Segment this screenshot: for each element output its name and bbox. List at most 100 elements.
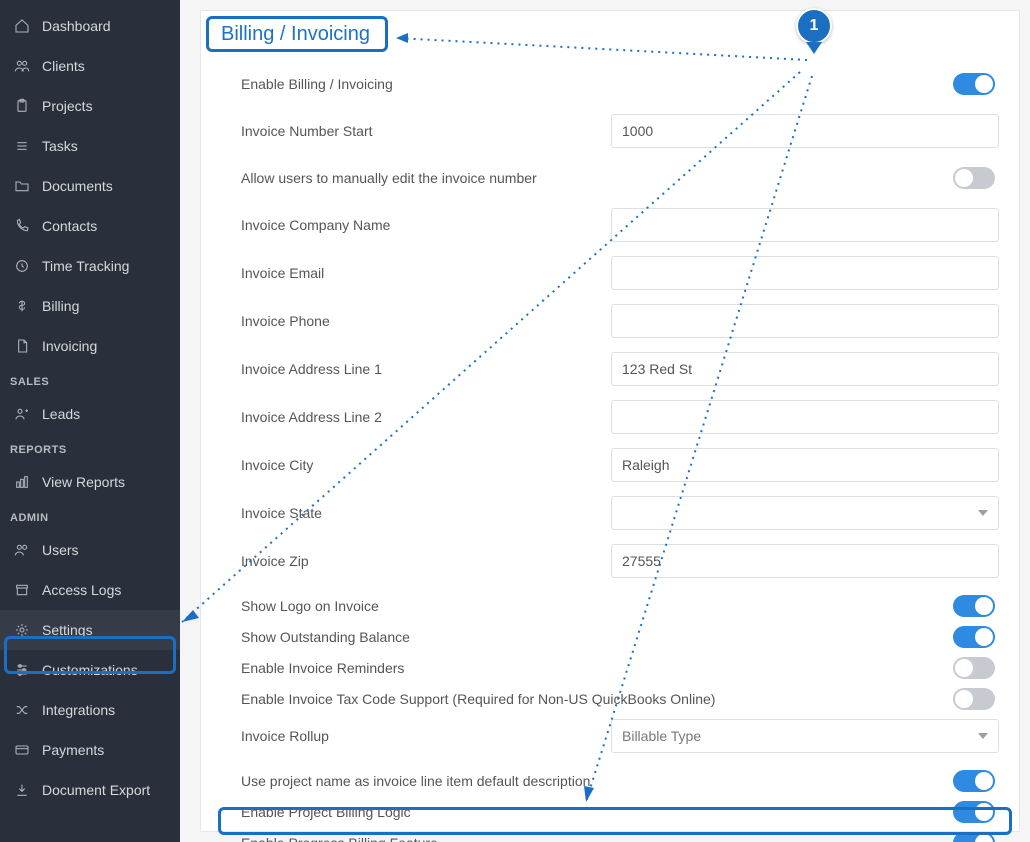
sidebar-item-label: Payments — [42, 742, 104, 758]
sidebar-item-label: Dashboard — [42, 18, 111, 34]
sidebar-item-tasks[interactable]: Tasks — [0, 126, 180, 166]
sidebar-item-label: View Reports — [42, 474, 125, 490]
label-zip: Invoice Zip — [241, 553, 611, 569]
select-state[interactable] — [611, 496, 999, 530]
label-allow-manual-edit: Allow users to manually edit the invoice… — [241, 170, 611, 186]
folder-icon — [14, 178, 30, 194]
row-enable-billing: Enable Billing / Invoicing — [221, 68, 999, 100]
sidebar-item-label: Invoicing — [42, 338, 97, 354]
row-use-project-name: Use project name as invoice line item de… — [221, 767, 999, 795]
sidebar: Dashboard Clients Projects Tasks Documen… — [0, 0, 180, 842]
input-addr2[interactable] — [611, 400, 999, 434]
chevron-down-icon — [978, 510, 988, 516]
sidebar-item-label: Access Logs — [42, 582, 121, 598]
home-icon — [14, 18, 30, 34]
input-zip[interactable] — [611, 544, 999, 578]
row-enable-reminders: Enable Invoice Reminders — [221, 654, 999, 682]
user-plus-icon — [14, 406, 30, 422]
sidebar-item-label: Documents — [42, 178, 113, 194]
input-company-name[interactable] — [611, 208, 999, 242]
sidebar-item-projects[interactable]: Projects — [0, 86, 180, 126]
label-email: Invoice Email — [241, 265, 611, 281]
toggle-allow-manual-edit[interactable] — [953, 167, 995, 189]
label-enable-project-billing: Enable Project Billing Logic — [241, 804, 611, 820]
chevron-down-icon — [978, 733, 988, 739]
row-show-outstanding: Show Outstanding Balance — [221, 623, 999, 651]
sidebar-item-invoicing[interactable]: Invoicing — [0, 326, 180, 366]
sidebar-item-label: Projects — [42, 98, 93, 114]
chart-icon — [14, 474, 30, 490]
sidebar-item-label: Clients — [42, 58, 85, 74]
sidebar-item-integrations[interactable]: Integrations — [0, 690, 180, 730]
users-icon — [14, 542, 30, 558]
input-invoice-number-start[interactable] — [611, 114, 999, 148]
toggle-enable-progress-billing[interactable] — [953, 832, 995, 842]
sidebar-item-document-export[interactable]: Document Export — [0, 770, 180, 810]
sidebar-item-view-reports[interactable]: View Reports — [0, 462, 180, 502]
label-addr2: Invoice Address Line 2 — [241, 409, 611, 425]
label-city: Invoice City — [241, 457, 611, 473]
row-phone: Invoice Phone — [221, 304, 999, 338]
sidebar-item-documents[interactable]: Documents — [0, 166, 180, 206]
sidebar-item-label: Document Export — [42, 782, 150, 798]
label-enable-billing: Enable Billing / Invoicing — [241, 76, 611, 92]
label-enable-tax: Enable Invoice Tax Code Support (Require… — [241, 691, 801, 707]
toggle-enable-billing[interactable] — [953, 73, 995, 95]
row-rollup: Invoice Rollup Billable Type — [221, 719, 999, 753]
row-company-name: Invoice Company Name — [221, 208, 999, 242]
archive-icon — [14, 582, 30, 598]
page-title: Billing / Invoicing — [215, 11, 376, 58]
label-use-project-name: Use project name as invoice line item de… — [241, 773, 741, 789]
sidebar-item-contacts[interactable]: Contacts — [0, 206, 180, 246]
sidebar-item-leads[interactable]: Leads — [0, 394, 180, 434]
toggle-enable-reminders[interactable] — [953, 657, 995, 679]
row-city: Invoice City — [221, 448, 999, 482]
label-state: Invoice State — [241, 505, 611, 521]
toggle-enable-project-billing[interactable] — [953, 801, 995, 823]
sidebar-item-label: Time Tracking — [42, 258, 129, 274]
sidebar-item-customizations[interactable]: Customizations — [0, 650, 180, 690]
label-phone: Invoice Phone — [241, 313, 611, 329]
input-city[interactable] — [611, 448, 999, 482]
select-rollup[interactable]: Billable Type — [611, 719, 999, 753]
sidebar-item-settings[interactable]: Settings — [0, 610, 180, 650]
input-phone[interactable] — [611, 304, 999, 338]
sidebar-item-dashboard[interactable]: Dashboard — [0, 6, 180, 46]
input-email[interactable] — [611, 256, 999, 290]
download-icon — [14, 782, 30, 798]
label-enable-reminders: Enable Invoice Reminders — [241, 660, 611, 676]
label-addr1: Invoice Address Line 1 — [241, 361, 611, 377]
sidebar-item-clients[interactable]: Clients — [0, 46, 180, 86]
input-addr1[interactable] — [611, 352, 999, 386]
sidebar-item-time-tracking[interactable]: Time Tracking — [0, 246, 180, 286]
sidebar-item-label: Billing — [42, 298, 79, 314]
sidebar-item-billing[interactable]: Billing — [0, 286, 180, 326]
row-addr1: Invoice Address Line 1 — [221, 352, 999, 386]
toggle-enable-tax[interactable] — [953, 688, 995, 710]
sidebar-section-admin: ADMIN — [0, 502, 180, 530]
users-icon — [14, 58, 30, 74]
label-invoice-number-start: Invoice Number Start — [241, 123, 611, 139]
label-rollup: Invoice Rollup — [241, 728, 611, 744]
list-icon — [14, 138, 30, 154]
sidebar-item-label: Settings — [42, 622, 93, 638]
row-zip: Invoice Zip — [221, 544, 999, 578]
sidebar-section-reports: REPORTS — [0, 434, 180, 462]
label-company-name: Invoice Company Name — [241, 217, 611, 233]
dollar-icon — [14, 298, 30, 314]
row-show-logo: Show Logo on Invoice — [221, 592, 999, 620]
row-enable-progress-billing: Enable Progress Billing Feature — [221, 829, 999, 842]
shuffle-icon — [14, 702, 30, 718]
sidebar-item-payments[interactable]: Payments — [0, 730, 180, 770]
row-state: Invoice State — [221, 496, 999, 530]
document-icon — [14, 338, 30, 354]
toggle-use-project-name[interactable] — [953, 770, 995, 792]
toggle-show-logo[interactable] — [953, 595, 995, 617]
sidebar-item-label: Leads — [42, 406, 80, 422]
sidebar-item-label: Tasks — [42, 138, 78, 154]
sidebar-item-users[interactable]: Users — [0, 530, 180, 570]
sidebar-item-access-logs[interactable]: Access Logs — [0, 570, 180, 610]
clipboard-icon — [14, 98, 30, 114]
phone-icon — [14, 218, 30, 234]
toggle-show-outstanding[interactable] — [953, 626, 995, 648]
